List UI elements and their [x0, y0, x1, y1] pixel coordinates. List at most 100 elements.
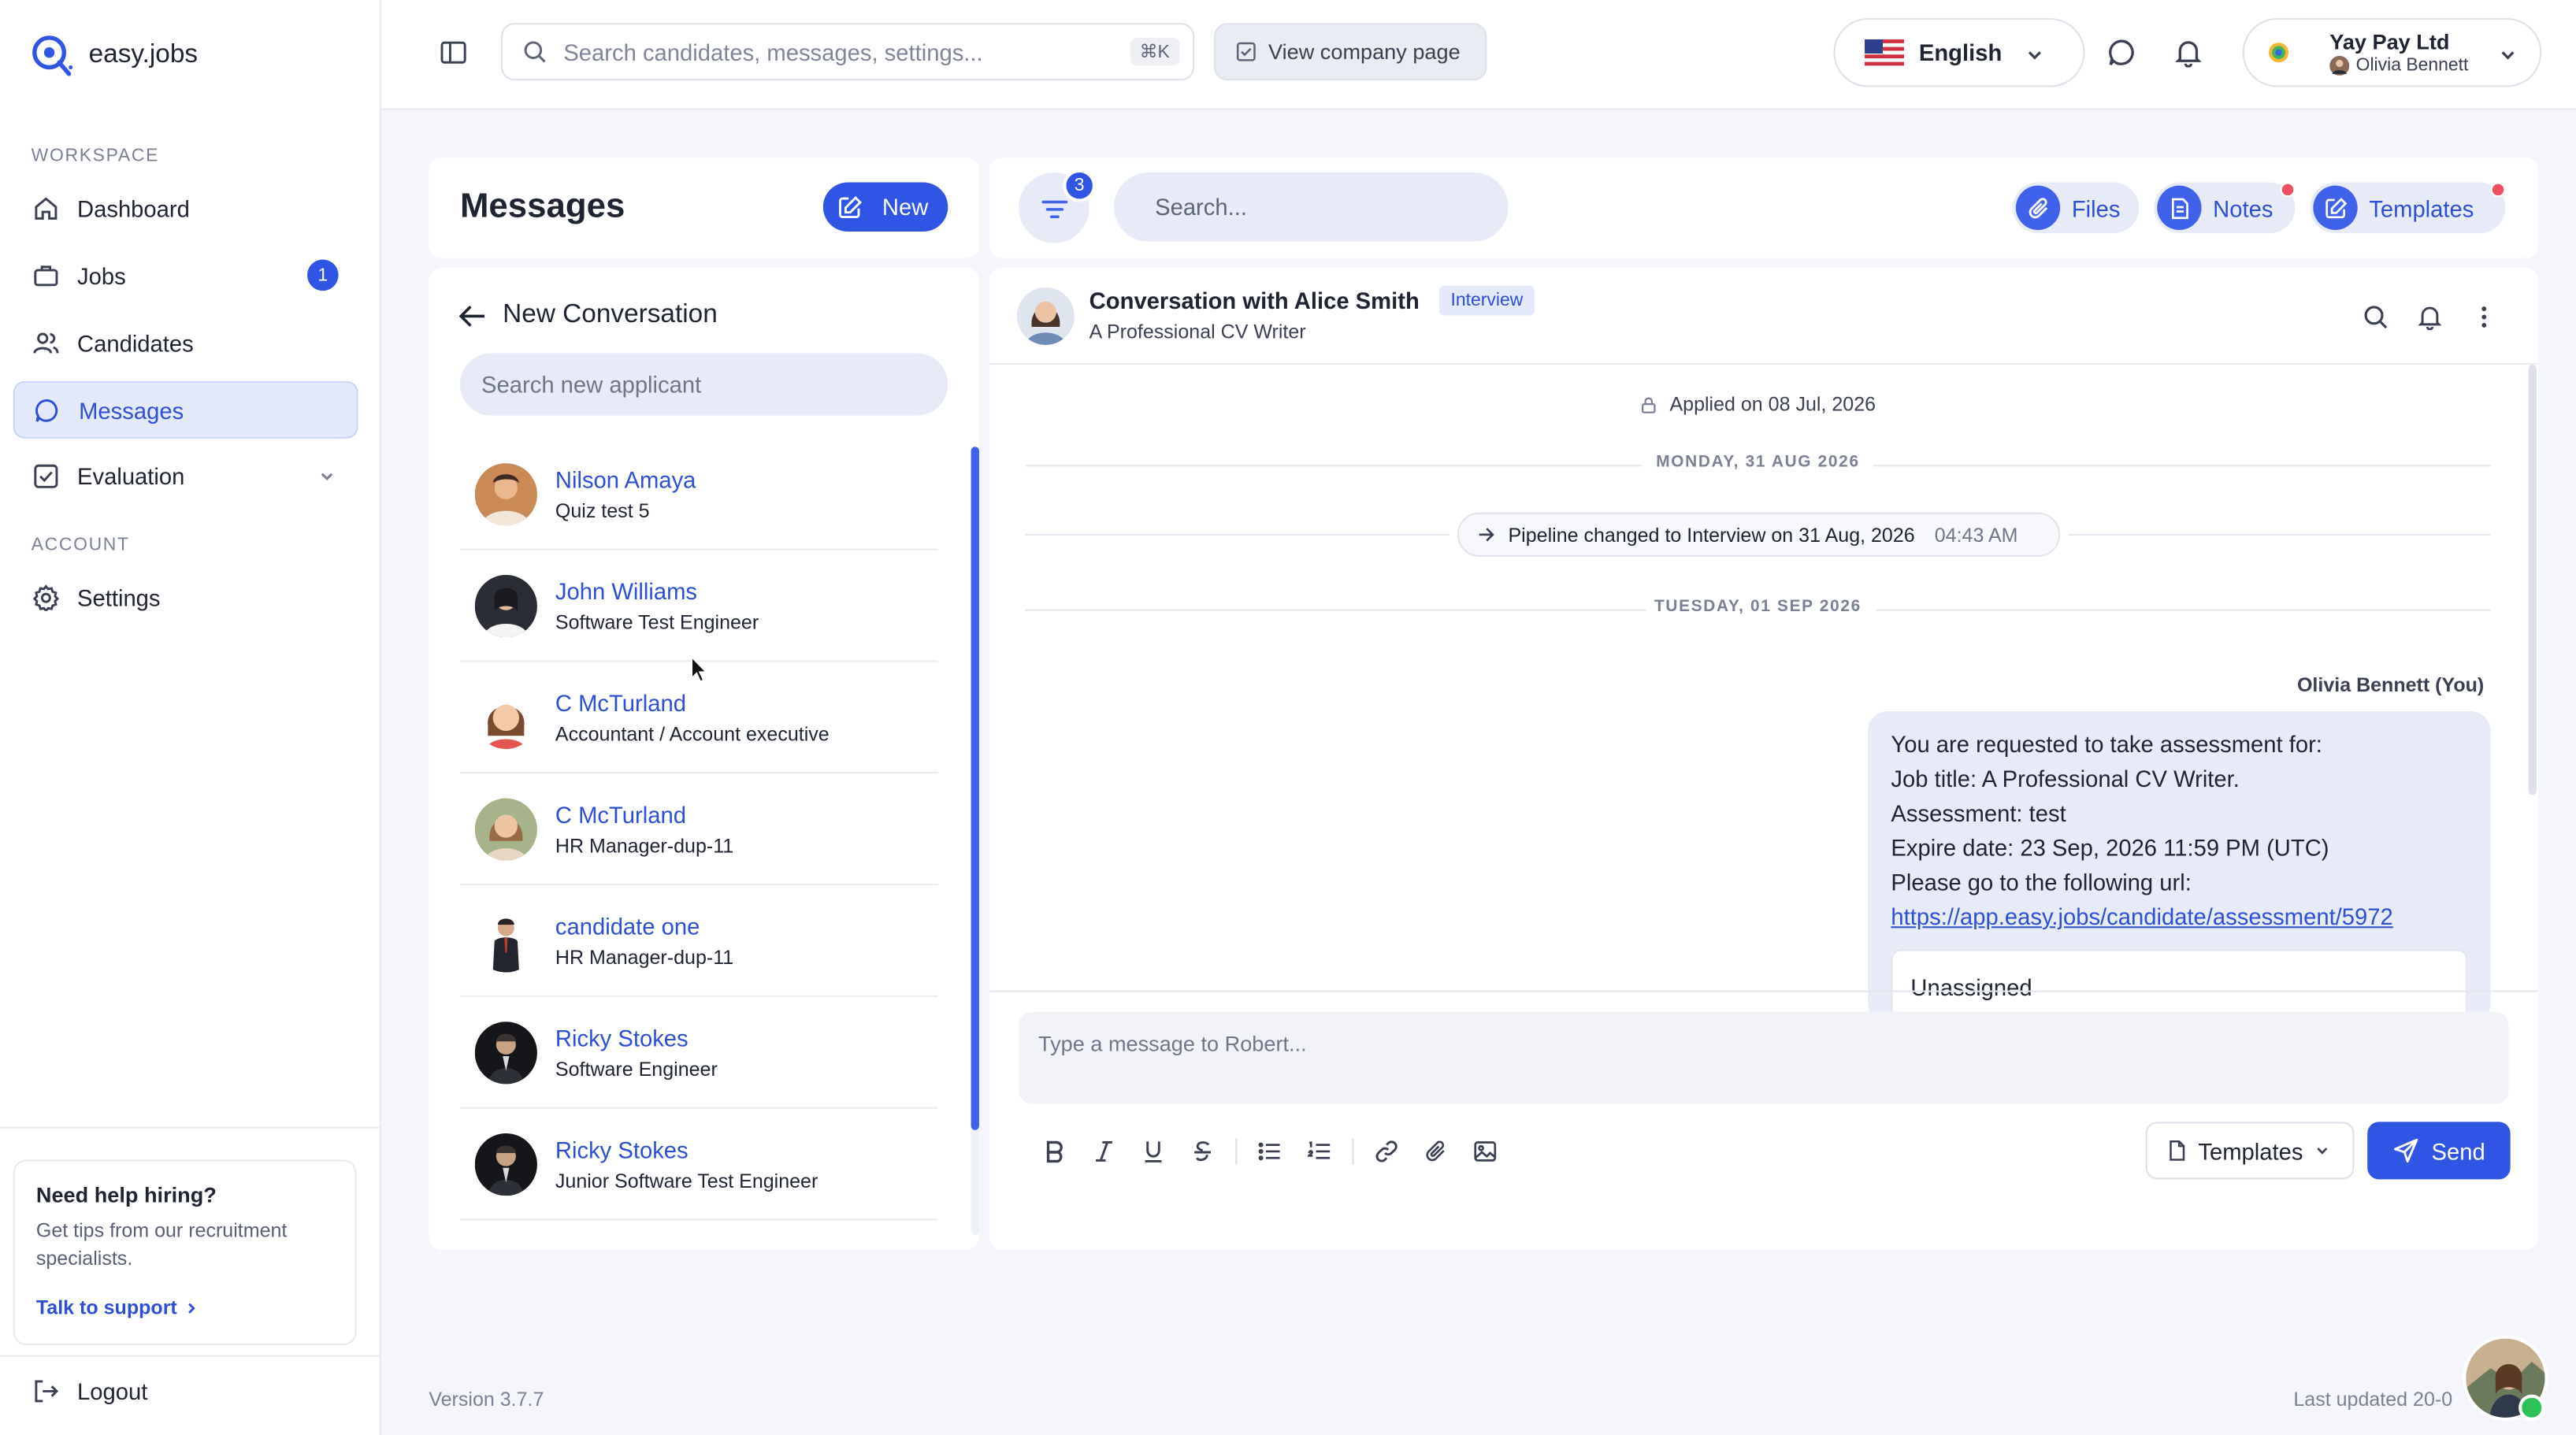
- message-sender: Olivia Bennett (You): [2296, 673, 2485, 697]
- talk-to-support-link[interactable]: Talk to support: [35, 1296, 333, 1319]
- more-vertical-icon[interactable]: [2474, 304, 2494, 339]
- link-icon[interactable]: [1362, 1138, 1412, 1164]
- last-updated-label: Last updated 20-0: [2293, 1388, 2453, 1411]
- date-separator: MONDAY, 31 AUG 2026: [1025, 454, 2491, 476]
- mouse-pointer-icon: [690, 654, 709, 692]
- chat-icon: [35, 397, 61, 423]
- files-button[interactable]: Files: [2012, 182, 2140, 234]
- list-scrollbar[interactable]: [971, 447, 979, 1130]
- candidate-role: Software Engineer: [555, 1058, 718, 1081]
- new-conversation-title: New Conversation: [503, 300, 718, 329]
- candidate-avatar: [474, 1022, 537, 1085]
- assessment-link[interactable]: https://app.easy.jobs/candidate/assessme…: [1891, 903, 2392, 929]
- logout-icon: [33, 1378, 59, 1403]
- note-icon: [2157, 185, 2202, 230]
- image-icon[interactable]: [1461, 1138, 1510, 1164]
- candidate-name: C McTurland: [555, 801, 686, 829]
- new-message-button[interactable]: New: [822, 182, 948, 232]
- notes-button[interactable]: Notes: [2154, 182, 2296, 234]
- language-selector[interactable]: English: [1833, 17, 2085, 87]
- workspace-section-label: WORKSPACE: [31, 146, 160, 166]
- sidebar-item-evaluation[interactable]: Evaluation: [13, 447, 358, 504]
- candidate-name: candidate one: [555, 913, 700, 940]
- sidebar-item-dashboard[interactable]: Dashboard: [13, 179, 358, 236]
- candidate-role: Accountant / Account executive: [555, 722, 830, 746]
- candidate-list-item[interactable]: Ricky Stokes Software Engineer: [459, 997, 938, 1109]
- global-search[interactable]: ⌘K: [501, 23, 1195, 81]
- chat-bubble-icon[interactable]: [2108, 38, 2138, 76]
- send-button[interactable]: Send: [2367, 1122, 2511, 1180]
- conversation-toolbar: 3 Files Notes Templates: [989, 158, 2539, 258]
- gear-icon: [32, 584, 60, 610]
- help-card: Need help hiring? Get tips from our recr…: [13, 1159, 357, 1346]
- templates-toolbar-button[interactable]: Templates: [2310, 182, 2506, 234]
- sidebar-toggle-icon[interactable]: [439, 38, 469, 76]
- message-line: You are requested to take assessment for…: [1891, 731, 2322, 758]
- sidebar-item-settings[interactable]: Settings: [13, 569, 358, 626]
- edit-icon: [2313, 185, 2358, 230]
- conversation-panel: Conversation with Alice Smith Interview …: [989, 267, 2539, 1251]
- global-search-input[interactable]: [563, 39, 1106, 65]
- attachment-icon[interactable]: [1411, 1138, 1461, 1164]
- conversation-scrollbar[interactable]: [2528, 364, 2537, 795]
- candidate-list-item[interactable]: John Williams Software Test Engineer: [459, 551, 938, 662]
- chevron-down-icon: [2316, 1148, 2328, 1155]
- bell-icon[interactable]: [2173, 38, 2203, 76]
- conversation-subtitle: A Professional CV Writer: [1089, 320, 1306, 343]
- view-company-page-button[interactable]: View company page: [1214, 23, 1487, 81]
- sidebar-item-candidates[interactable]: Candidates: [13, 313, 358, 371]
- formatting-toolbar: [1030, 1138, 1510, 1165]
- candidate-name: C McTurland: [555, 689, 686, 717]
- logout-button[interactable]: Logout: [13, 1362, 358, 1419]
- briefcase-icon: [33, 262, 59, 288]
- strikethrough-icon[interactable]: [1178, 1138, 1227, 1164]
- numbered-list-icon[interactable]: [1294, 1138, 1344, 1164]
- sidebar-item-label: Evaluation: [77, 462, 185, 489]
- new-conversation-header: New Conversation: [458, 301, 718, 331]
- applied-notice: Applied on 08 Jul, 2026: [989, 392, 2526, 416]
- search-icon[interactable]: [2363, 304, 2389, 339]
- candidate-avatar: [474, 686, 537, 749]
- sidebar-item-jobs[interactable]: Jobs 1: [13, 247, 358, 304]
- header-divider: [989, 362, 2539, 365]
- external-check-icon: [1236, 42, 1256, 61]
- candidate-list-item[interactable]: candidate one HR Manager-dup-11: [459, 885, 938, 997]
- user-name: Olivia Bennett: [2355, 55, 2469, 76]
- applied-text: Applied on 08 Jul, 2026: [1669, 392, 1876, 416]
- applicant-search-input[interactable]: [459, 353, 948, 416]
- sidebar-item-messages[interactable]: Messages: [13, 380, 358, 439]
- assessment-status: Unassigned: [1910, 973, 2032, 1001]
- candidate-list-item[interactable]: C McTurland HR Manager-dup-11: [459, 773, 938, 886]
- stage-badge: Interview: [1438, 285, 1535, 316]
- users-icon: [33, 329, 59, 355]
- sidebar-divider: [0, 1355, 381, 1357]
- italic-icon[interactable]: [1079, 1138, 1129, 1164]
- date-separator: TUESDAY, 01 SEP 2026: [1025, 598, 2491, 621]
- candidate-name: Nilson Amaya: [555, 466, 696, 493]
- notes-alert-dot: [2280, 182, 2296, 198]
- logo[interactable]: easy.jobs: [30, 33, 199, 79]
- toolbar-separator: [1235, 1138, 1238, 1165]
- account-switcher[interactable]: Yay Pay Ltd Olivia Bennett: [2242, 17, 2542, 87]
- checkbox-icon: [33, 462, 59, 488]
- pipeline-line-left: [1025, 533, 1449, 536]
- templates-dropdown[interactable]: Templates: [2145, 1122, 2355, 1180]
- talk-to-support-label: Talk to support: [35, 1296, 177, 1319]
- online-status-dot: [2518, 1394, 2545, 1421]
- message-bubble: You are requested to take assessment for…: [1868, 711, 2491, 1032]
- bell-icon[interactable]: [2417, 304, 2443, 339]
- sidebar-item-label: Messages: [79, 396, 184, 424]
- pipeline-text: Pipeline changed to Interview on 31 Aug,…: [1508, 523, 1915, 547]
- bullet-list-icon[interactable]: [1245, 1138, 1295, 1164]
- candidate-list-item[interactable]: Nilson Amaya Quiz test 5: [459, 439, 938, 551]
- templates-dropdown-label: Templates: [2198, 1137, 2303, 1164]
- candidate-list-item[interactable]: Ricky Stokes Junior Software Test Engine…: [459, 1109, 938, 1221]
- underline-icon[interactable]: [1129, 1138, 1179, 1164]
- arrow-left-icon[interactable]: [458, 302, 486, 329]
- message-compose-input[interactable]: [1019, 1011, 2509, 1104]
- conversation-avatar: [1016, 287, 1075, 345]
- sidebar-item-label: Settings: [77, 584, 161, 610]
- conversation-search-input[interactable]: [1113, 172, 1509, 242]
- bold-icon[interactable]: [1030, 1138, 1080, 1164]
- arrow-right-icon: [1479, 528, 1494, 542]
